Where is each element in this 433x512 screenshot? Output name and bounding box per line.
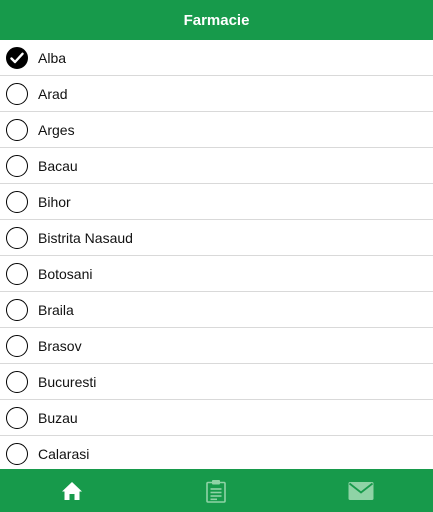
- list-item-label: Bihor: [38, 194, 71, 210]
- list-item-label: Brasov: [38, 338, 82, 354]
- radio-button[interactable]: [6, 191, 28, 213]
- list-item[interactable]: Botosani: [0, 256, 433, 292]
- bottom-tab-bar: [0, 469, 433, 512]
- list-item-label: Alba: [38, 50, 67, 66]
- radio-button[interactable]: [6, 299, 28, 321]
- radio-button[interactable]: [6, 83, 28, 105]
- mail-icon: [348, 481, 374, 500]
- list-item[interactable]: Arges: [0, 112, 433, 148]
- list-item[interactable]: Brasov: [0, 328, 433, 364]
- list-item-label: Bacau: [38, 158, 78, 174]
- checkmark-icon: [10, 52, 24, 64]
- list-item[interactable]: Arad: [0, 76, 433, 112]
- list-item-label: Arad: [38, 86, 68, 102]
- radio-button[interactable]: [6, 227, 28, 249]
- list-item[interactable]: Alba: [0, 40, 433, 76]
- radio-button[interactable]: [6, 335, 28, 357]
- page-title: Farmacie: [183, 11, 250, 29]
- list-item-label: Buzau: [38, 410, 78, 426]
- list-item-label: Botosani: [38, 266, 93, 282]
- list-item[interactable]: Bucuresti: [0, 364, 433, 400]
- list-item[interactable]: Bacau: [0, 148, 433, 184]
- radio-button[interactable]: [6, 407, 28, 429]
- tab-home[interactable]: [0, 469, 144, 512]
- list-item-label: Braila: [38, 302, 74, 318]
- county-list: Alba Arad Arges Bacau Bihor Bistrita Nas…: [0, 40, 433, 472]
- radio-button[interactable]: [6, 263, 28, 285]
- radio-button[interactable]: [6, 443, 28, 465]
- list-item[interactable]: Buzau: [0, 400, 433, 436]
- list-item[interactable]: Calarasi: [0, 436, 433, 472]
- tab-mail[interactable]: [289, 469, 433, 512]
- radio-button[interactable]: [6, 371, 28, 393]
- list-item[interactable]: Bistrita Nasaud: [0, 220, 433, 256]
- list-item-label: Arges: [38, 122, 75, 138]
- tab-clipboard[interactable]: [144, 469, 288, 512]
- list-item[interactable]: Braila: [0, 292, 433, 328]
- clipboard-icon: [206, 479, 227, 503]
- radio-button-checked[interactable]: [6, 47, 28, 69]
- list-item-label: Calarasi: [38, 446, 90, 462]
- radio-button[interactable]: [6, 155, 28, 177]
- app-header: Farmacie: [0, 0, 433, 40]
- list-item[interactable]: Bihor: [0, 184, 433, 220]
- home-icon: [62, 481, 83, 500]
- list-item-label: Bucuresti: [38, 374, 97, 390]
- radio-button[interactable]: [6, 119, 28, 141]
- list-item-label: Bistrita Nasaud: [38, 230, 133, 246]
